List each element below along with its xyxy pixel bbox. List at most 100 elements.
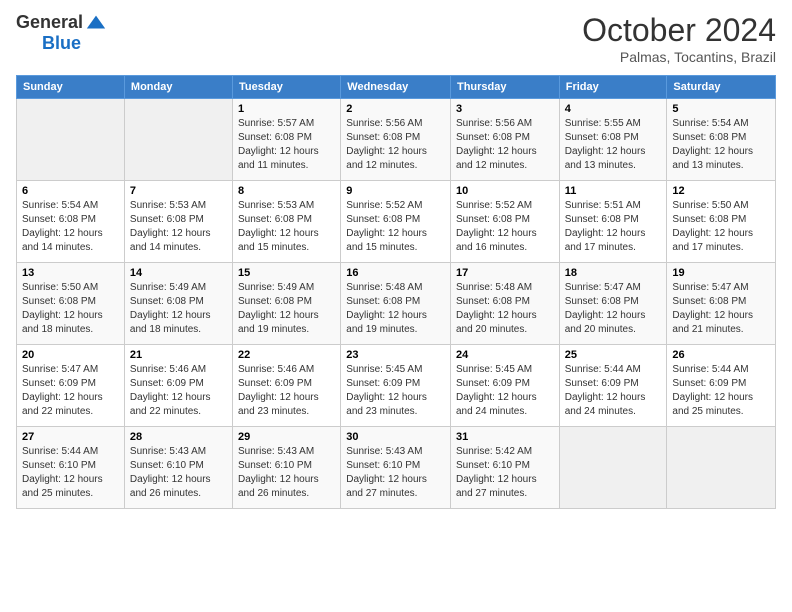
day-info: Sunrise: 5:46 AM Sunset: 6:09 PM Dayligh…	[130, 363, 227, 419]
day-number: 8	[238, 185, 335, 197]
day-number: 30	[346, 431, 445, 443]
calendar-day-header: Friday	[559, 76, 667, 99]
day-info: Sunrise: 5:47 AM Sunset: 6:08 PM Dayligh…	[672, 281, 770, 337]
calendar-day-cell: 17Sunrise: 5:48 AM Sunset: 6:08 PM Dayli…	[450, 263, 559, 345]
calendar-day-cell: 26Sunrise: 5:44 AM Sunset: 6:09 PM Dayli…	[667, 345, 776, 427]
calendar-day-cell: 6 Sunrise: 5:54 AM Sunset: 6:08 PM Daylig…	[17, 181, 125, 263]
calendar-header-row: SundayMondayTuesdayWednesdayThursdayFrid…	[17, 76, 776, 99]
day-info: Sunrise: 5:44 AM Sunset: 6:09 PM Dayligh…	[565, 363, 662, 419]
calendar-day-cell: 22 Sunrise: 5:46 AM Sunset: 6:09 PM Dayli…	[233, 345, 341, 427]
calendar-day-cell: 15 Sunrise: 5:49 AM Sunset: 6:08 PM Dayli…	[233, 263, 341, 345]
day-info: Sunrise: 5:56 AM Sunset: 6:08 PM Dayligh…	[346, 117, 445, 173]
day-info: Sunrise: 5:47 AM Sunset: 6:09 PM Dayligh…	[22, 363, 119, 419]
day-info: Sunrise: 5:45 AM Sunset: 6:09 PM Dayligh…	[456, 363, 554, 419]
day-number: 29	[238, 431, 335, 443]
day-number: 9	[346, 185, 445, 197]
day-number: 10	[456, 185, 554, 197]
calendar-day-cell	[667, 427, 776, 509]
day-number: 16	[346, 267, 445, 279]
calendar-day-cell	[559, 427, 667, 509]
calendar-week-row: 1 Sunrise: 5:57 AM Sunset: 6:08 PM Daylig…	[17, 99, 776, 181]
location-text: Palmas, Tocantins, Brazil	[582, 49, 776, 65]
day-info: Sunrise: 5:49 AM Sunset: 6:08 PM Dayligh…	[130, 281, 227, 337]
day-info: Sunrise: 5:47 AM Sunset: 6:08 PM Dayligh…	[565, 281, 662, 337]
day-info: Sunrise: 5:54 AM Sunset: 6:08 PM Dayligh…	[672, 117, 770, 173]
day-number: 5	[672, 103, 770, 115]
calendar-day-cell: 14 Sunrise: 5:49 AM Sunset: 6:08 PM Dayli…	[124, 263, 232, 345]
day-info: Sunrise: 5:50 AM Sunset: 6:08 PM Dayligh…	[22, 281, 119, 337]
calendar-day-header: Sunday	[17, 76, 125, 99]
calendar-day-cell: 30 Sunrise: 5:43 AM Sunset: 6:10 PM Dayli…	[341, 427, 451, 509]
day-number: 13	[22, 267, 119, 279]
day-number: 2	[346, 103, 445, 115]
day-info: Sunrise: 5:50 AM Sunset: 6:08 PM Dayligh…	[672, 199, 770, 255]
day-number: 14	[130, 267, 227, 279]
calendar-day-cell: 19 Sunrise: 5:47 AM Sunset: 6:08 PM Dayli…	[667, 263, 776, 345]
calendar-day-cell: 24 Sunrise: 5:45 AM Sunset: 6:09 PM Dayli…	[450, 345, 559, 427]
day-info: Sunrise: 5:57 AM Sunset: 6:08 PM Dayligh…	[238, 117, 335, 173]
calendar-day-cell	[124, 99, 232, 181]
title-block: October 2024 Palmas, Tocantins, Brazil	[582, 12, 776, 65]
calendar-day-cell: 5 Sunrise: 5:54 AM Sunset: 6:08 PM Daylig…	[667, 99, 776, 181]
day-info: Sunrise: 5:45 AM Sunset: 6:09 PM Dayligh…	[346, 363, 445, 419]
day-info: Sunrise: 5:43 AM Sunset: 6:10 PM Dayligh…	[346, 445, 445, 501]
calendar-day-cell: 20Sunrise: 5:47 AM Sunset: 6:09 PM Dayli…	[17, 345, 125, 427]
day-info: Sunrise: 5:42 AM Sunset: 6:10 PM Dayligh…	[456, 445, 554, 501]
calendar-week-row: 13 Sunrise: 5:50 AM Sunset: 6:08 PM Dayli…	[17, 263, 776, 345]
day-info: Sunrise: 5:43 AM Sunset: 6:10 PM Dayligh…	[130, 445, 227, 501]
calendar-week-row: 27 Sunrise: 5:44 AM Sunset: 6:10 PM Dayli…	[17, 427, 776, 509]
day-number: 27	[22, 431, 119, 443]
logo-general-text: General	[16, 13, 83, 33]
logo: General Blue	[16, 12, 107, 54]
calendar-week-row: 6 Sunrise: 5:54 AM Sunset: 6:08 PM Daylig…	[17, 181, 776, 263]
day-number: 15	[238, 267, 335, 279]
calendar-day-cell: 28Sunrise: 5:43 AM Sunset: 6:10 PM Dayli…	[124, 427, 232, 509]
day-number: 22	[238, 349, 335, 361]
day-number: 31	[456, 431, 554, 443]
calendar-day-header: Monday	[124, 76, 232, 99]
day-number: 6	[22, 185, 119, 197]
day-number: 12	[672, 185, 770, 197]
calendar-day-cell: 2 Sunrise: 5:56 AM Sunset: 6:08 PM Daylig…	[341, 99, 451, 181]
logo-blue-text: Blue	[42, 34, 81, 54]
day-number: 25	[565, 349, 662, 361]
calendar-table: SundayMondayTuesdayWednesdayThursdayFrid…	[16, 75, 776, 509]
calendar-day-cell	[17, 99, 125, 181]
day-info: Sunrise: 5:48 AM Sunset: 6:08 PM Dayligh…	[456, 281, 554, 337]
logo-icon	[85, 12, 107, 34]
calendar-day-cell: 31 Sunrise: 5:42 AM Sunset: 6:10 PM Dayli…	[450, 427, 559, 509]
calendar-day-cell: 16Sunrise: 5:48 AM Sunset: 6:08 PM Dayli…	[341, 263, 451, 345]
day-info: Sunrise: 5:52 AM Sunset: 6:08 PM Dayligh…	[456, 199, 554, 255]
page-header: General Blue October 2024 Palmas, Tocant…	[16, 12, 776, 65]
day-number: 1	[238, 103, 335, 115]
calendar-day-cell: 27 Sunrise: 5:44 AM Sunset: 6:10 PM Dayli…	[17, 427, 125, 509]
day-info: Sunrise: 5:51 AM Sunset: 6:08 PM Dayligh…	[565, 199, 662, 255]
calendar-day-cell: 23Sunrise: 5:45 AM Sunset: 6:09 PM Dayli…	[341, 345, 451, 427]
calendar-day-cell: 18 Sunrise: 5:47 AM Sunset: 6:08 PM Dayli…	[559, 263, 667, 345]
day-number: 4	[565, 103, 662, 115]
day-info: Sunrise: 5:52 AM Sunset: 6:08 PM Dayligh…	[346, 199, 445, 255]
month-title: October 2024	[582, 12, 776, 49]
calendar-day-header: Wednesday	[341, 76, 451, 99]
calendar-day-header: Saturday	[667, 76, 776, 99]
calendar-day-cell: 12 Sunrise: 5:50 AM Sunset: 6:08 PM Dayli…	[667, 181, 776, 263]
day-number: 26	[672, 349, 770, 361]
calendar-day-cell: 4 Sunrise: 5:55 AM Sunset: 6:08 PM Daylig…	[559, 99, 667, 181]
calendar-day-cell: 11Sunrise: 5:51 AM Sunset: 6:08 PM Dayli…	[559, 181, 667, 263]
day-info: Sunrise: 5:55 AM Sunset: 6:08 PM Dayligh…	[565, 117, 662, 173]
day-number: 24	[456, 349, 554, 361]
calendar-day-header: Tuesday	[233, 76, 341, 99]
day-number: 3	[456, 103, 554, 115]
day-number: 19	[672, 267, 770, 279]
day-info: Sunrise: 5:49 AM Sunset: 6:08 PM Dayligh…	[238, 281, 335, 337]
day-info: Sunrise: 5:54 AM Sunset: 6:08 PM Dayligh…	[22, 199, 119, 255]
calendar-week-row: 20Sunrise: 5:47 AM Sunset: 6:09 PM Dayli…	[17, 345, 776, 427]
day-info: Sunrise: 5:46 AM Sunset: 6:09 PM Dayligh…	[238, 363, 335, 419]
day-info: Sunrise: 5:53 AM Sunset: 6:08 PM Dayligh…	[238, 199, 335, 255]
calendar-day-cell: 7Sunrise: 5:53 AM Sunset: 6:08 PM Daylig…	[124, 181, 232, 263]
day-info: Sunrise: 5:44 AM Sunset: 6:10 PM Dayligh…	[22, 445, 119, 501]
day-info: Sunrise: 5:43 AM Sunset: 6:10 PM Dayligh…	[238, 445, 335, 501]
day-number: 21	[130, 349, 227, 361]
calendar-day-header: Thursday	[450, 76, 559, 99]
day-number: 18	[565, 267, 662, 279]
